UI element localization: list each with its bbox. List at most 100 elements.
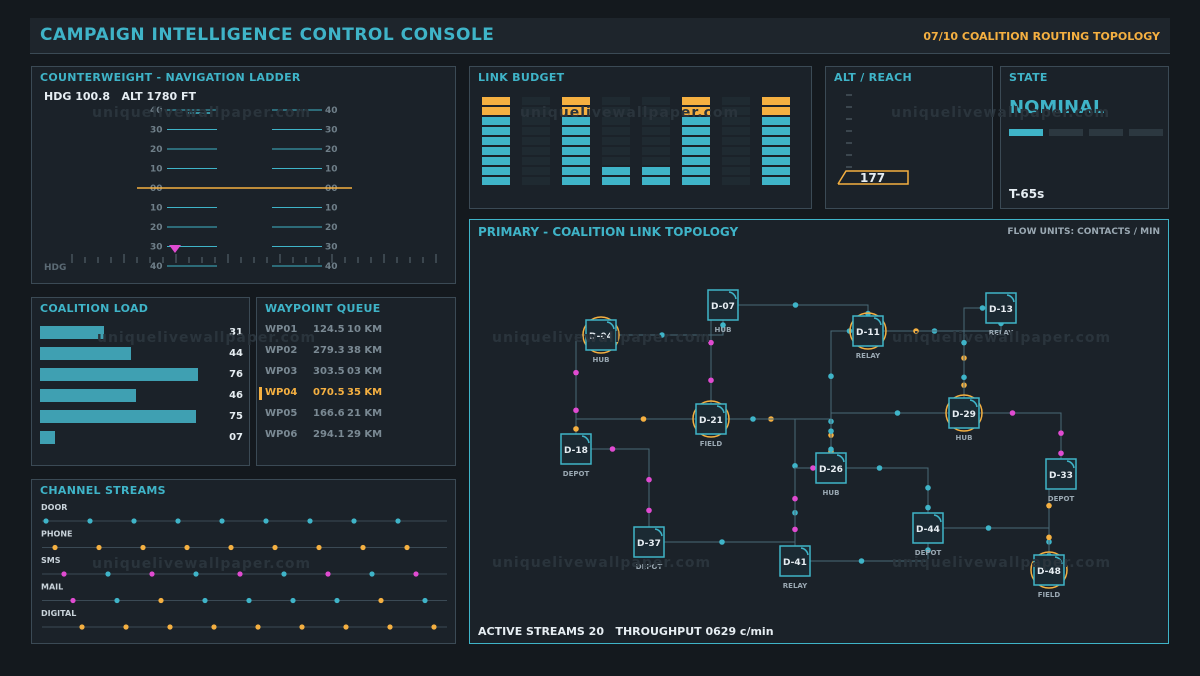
channel-dot: [237, 571, 243, 577]
channel-label: MAIL: [41, 583, 63, 592]
link-budget-segment: [562, 157, 590, 165]
link-budget-segment: [682, 147, 710, 155]
channel-dot: [175, 518, 181, 524]
node-type: RELAY: [856, 352, 881, 360]
ladder-right-label: 10: [325, 204, 338, 214]
topology-node[interactable]: D-26 HUB: [815, 452, 847, 497]
node-type: DEPOT: [636, 563, 663, 571]
node-id: D-11: [856, 328, 880, 338]
node-id: D-37: [637, 539, 661, 549]
link-budget-segment: [722, 147, 750, 155]
ladder-right-label: 40: [325, 262, 338, 272]
state-segment: [1129, 129, 1163, 136]
ladder-left-label: 30: [150, 243, 163, 253]
channel-dot: [387, 624, 393, 630]
channel-dot: [211, 624, 217, 630]
hdg-label: HDG: [44, 263, 67, 273]
coalition-load-bar: [40, 431, 55, 444]
topology-node[interactable]: D-44 DEPOT: [912, 512, 944, 557]
channel-label: DIGITAL: [41, 609, 76, 618]
topology-node[interactable]: D-33 DEPOT: [1045, 458, 1077, 503]
channel-dot: [202, 597, 208, 604]
waypoint-row[interactable]: WP04 070.5 35 KM: [259, 387, 450, 401]
flow-dot: [708, 377, 714, 384]
link-budget-segment: [722, 177, 750, 185]
header-bar: CAMPAIGN INTELLIGENCE CONTROL CONSOLE 07…: [30, 18, 1170, 54]
topology-node[interactable]: D-29 HUB: [945, 394, 983, 442]
coalition-load-title: COALITION LOAD: [40, 302, 149, 315]
flow-dot: [792, 526, 798, 533]
link-budget-segment: [762, 177, 790, 185]
waypoint-bearing: 070.5: [313, 387, 345, 398]
link-budget-segment: [682, 157, 710, 165]
topology-node[interactable]: D-48 FIELD: [1030, 551, 1068, 599]
topology-node[interactable]: D-11 RELAY: [849, 312, 887, 360]
topology-node[interactable]: D-07 HUB: [707, 289, 739, 334]
channel-dot: [167, 624, 173, 630]
coalition-load-row: 76: [40, 368, 245, 382]
waypoint-row[interactable]: WP06 294.1 29 KM: [265, 429, 450, 443]
channel-dot: [413, 571, 419, 577]
coalition-load-row: 75: [40, 410, 245, 424]
topology-edge: [795, 528, 929, 562]
topology-node[interactable]: D-37 DEPOT: [633, 526, 665, 571]
flow-dot: [828, 428, 834, 434]
channel-dot: [105, 571, 111, 577]
waypoint-row[interactable]: WP03 303.5 03 KM: [265, 366, 450, 380]
link-budget-segment: [602, 167, 630, 175]
navigation-ladder-panel: COUNTERWEIGHT - NAVIGATION LADDER HDG 10…: [31, 66, 456, 284]
waypoint-row[interactable]: WP05 166.6 21 KM: [265, 408, 450, 422]
topology-node[interactable]: D-18 DEPOT: [560, 433, 592, 478]
waypoint-row[interactable]: WP01 124.5 10 KM: [265, 324, 450, 338]
state-panel: STATE NOMINAL T-65s uniquelivewallpaper.…: [891, 66, 1169, 209]
channel-dot: [343, 624, 349, 630]
link-budget-segment: [482, 117, 510, 125]
link-budget-segment: [522, 117, 550, 125]
channel-dot: [263, 518, 269, 524]
channel-dot: [395, 518, 401, 524]
link-budget-segment: [602, 127, 630, 135]
channel-label: SMS: [41, 556, 61, 565]
link-budget-segment: [642, 167, 670, 175]
ladder-right-label: 20: [325, 145, 338, 155]
console-title: CAMPAIGN INTELLIGENCE CONTROL CONSOLE: [40, 25, 495, 45]
topology-node[interactable]: D-21 FIELD: [692, 400, 730, 448]
node-id: D-48: [1037, 567, 1061, 577]
link-budget-segment: [642, 147, 670, 155]
link-budget-segment: [762, 127, 790, 135]
flow-dot: [1046, 502, 1052, 509]
topology-node[interactable]: D-04 HUB: [582, 316, 620, 364]
flow-dot: [961, 374, 967, 381]
channel-dot: [52, 544, 58, 551]
link-budget-segment: [762, 157, 790, 165]
flow-dot: [659, 332, 665, 338]
waypoint-row[interactable]: WP02 279.3 38 KM: [265, 345, 450, 359]
waypoint-bearing: 166.6: [313, 408, 345, 419]
flow-dot: [609, 446, 616, 452]
ladder-right-label: 20: [325, 223, 338, 233]
coalition-load-panel: COALITION LOAD 31 44 76 46 75 07: [31, 297, 250, 466]
link-budget-segment: [562, 117, 590, 125]
channel-streams-title: CHANNEL STREAMS: [40, 484, 166, 497]
channel-dot: [246, 597, 252, 604]
link-budget-title: LINK BUDGET: [478, 71, 565, 84]
link-budget-segment: [562, 127, 590, 135]
flow-dot: [1009, 410, 1016, 416]
topology-node[interactable]: D-41 RELAY: [779, 545, 811, 590]
coalition-load-value: 76: [229, 369, 243, 380]
link-budget-panel: LINK BUDGET uniquelivewallpaper.com: [469, 66, 812, 209]
state-segment: [1009, 129, 1043, 136]
coalition-load-row: 07: [40, 431, 245, 445]
ladder-left-label: 40: [150, 106, 163, 116]
link-budget-segment: [522, 157, 550, 165]
node-type: HUB: [593, 356, 610, 364]
ladder-right-label: 30: [325, 126, 338, 136]
node-id: D-21: [699, 416, 723, 426]
channel-dot: [43, 518, 49, 524]
link-budget-segment: [482, 97, 510, 105]
node-id: D-13: [989, 305, 1013, 315]
flow-dot: [858, 558, 865, 564]
topology-node[interactable]: D-13 RELAY: [985, 292, 1017, 337]
coalition-load-bar: [40, 347, 131, 360]
link-budget-segment: [642, 177, 670, 185]
